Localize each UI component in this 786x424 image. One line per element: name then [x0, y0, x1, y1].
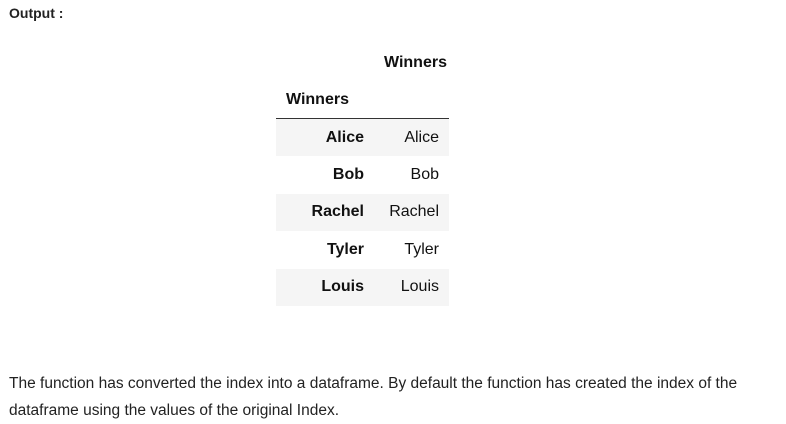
index-name-header: Winners: [276, 81, 374, 119]
column-header-row: Winners: [276, 44, 449, 81]
row-index-cell: Tyler: [326, 240, 364, 258]
row-value-cell: Louis: [400, 278, 439, 296]
row-index-cell: Alice: [325, 128, 364, 146]
row-index-cell: Bob: [332, 165, 364, 183]
row-value-cell: Alice: [404, 128, 439, 146]
column-header-winners: Winners: [384, 53, 447, 71]
table-row: Bob Bob: [276, 156, 449, 194]
output-label: Output :: [9, 5, 64, 21]
row-index-cell: Louis: [321, 278, 364, 296]
header-blank-cell: [276, 44, 374, 81]
row-index-cell: Rachel: [311, 203, 364, 221]
table-row: Tyler Tyler: [276, 231, 449, 269]
index-name-blank-cell: [374, 81, 449, 119]
table-row: Alice Alice: [276, 118, 449, 156]
table-row: Rachel Rachel: [276, 193, 449, 231]
index-name-row: Winners: [276, 81, 449, 119]
row-value-cell: Bob: [410, 165, 439, 183]
dataframe-table: Winners Winners Alice Alice Bob Bob Rach…: [276, 44, 449, 306]
row-value-cell: Tyler: [404, 240, 439, 258]
table-row: Louis Louis: [276, 268, 449, 306]
description-paragraph: The function has converted the index int…: [9, 374, 738, 419]
row-value-cell: Rachel: [389, 203, 439, 221]
dataframe-output: Winners Winners Alice Alice Bob Bob Rach…: [276, 44, 449, 306]
